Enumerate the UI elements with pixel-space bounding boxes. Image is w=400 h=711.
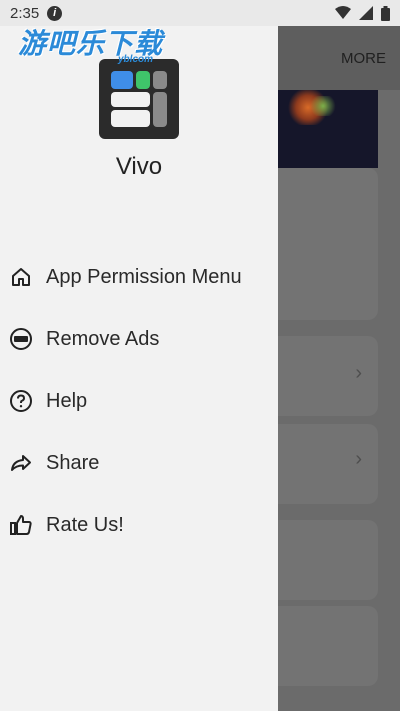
share-icon: [11, 455, 31, 471]
info-icon: i: [47, 5, 63, 21]
chevron-right-icon: ›: [355, 448, 362, 470]
signal-icon: [359, 6, 373, 20]
wifi-tile: [111, 71, 133, 89]
background-card: [278, 168, 378, 320]
toggle-tile: [111, 92, 150, 107]
status-time: 2:35: [10, 4, 40, 22]
menu-item-share[interactable]: Share: [0, 438, 278, 488]
data-tile: [136, 71, 150, 89]
menu-item-label: Rate Us!: [46, 513, 124, 536]
menu-item-label: Share: [46, 451, 100, 474]
chevron-right-icon: ›: [355, 362, 362, 384]
watermark-domain: yblcom: [118, 54, 154, 65]
background-card: [278, 606, 378, 686]
menu-item-label: App Permission Menu: [46, 265, 242, 288]
plus-tile: [153, 71, 167, 89]
background-card: [278, 520, 378, 600]
volume-tile: [111, 110, 150, 127]
menu-item-remove-ads[interactable]: Remove Ads: [0, 314, 278, 364]
background-banner-image: [278, 90, 378, 168]
app-logo: [99, 59, 179, 139]
menu-item-label: Help: [46, 389, 88, 412]
navigation-drawer: Vivo App Permission Menu Remove Ads Help…: [0, 26, 278, 711]
menu-item-rate-us[interactable]: Rate Us!: [0, 500, 278, 550]
watermark-logo: 游吧乐下载 yblcom: [18, 22, 163, 65]
help-icon: [10, 390, 32, 412]
ads-icon: [10, 328, 32, 350]
menu-item-help[interactable]: Help: [0, 376, 278, 426]
menu-item-app-permission[interactable]: App Permission Menu: [0, 252, 278, 302]
wifi-icon: [335, 6, 351, 19]
thumbs-up-icon: [10, 515, 32, 535]
background-list-item[interactable]: ›: [278, 424, 378, 504]
menu-item-label: Remove Ads: [46, 327, 160, 350]
battery-icon: [381, 5, 390, 21]
background-list-item[interactable]: ›: [278, 336, 378, 416]
brightness-tile: [153, 92, 167, 127]
app-name: Vivo: [115, 153, 163, 180]
more-button[interactable]: MORE: [341, 50, 386, 67]
home-icon: [12, 268, 30, 286]
background-toolbar: MORE: [278, 26, 400, 90]
background-app: MORE › ›: [278, 26, 400, 711]
